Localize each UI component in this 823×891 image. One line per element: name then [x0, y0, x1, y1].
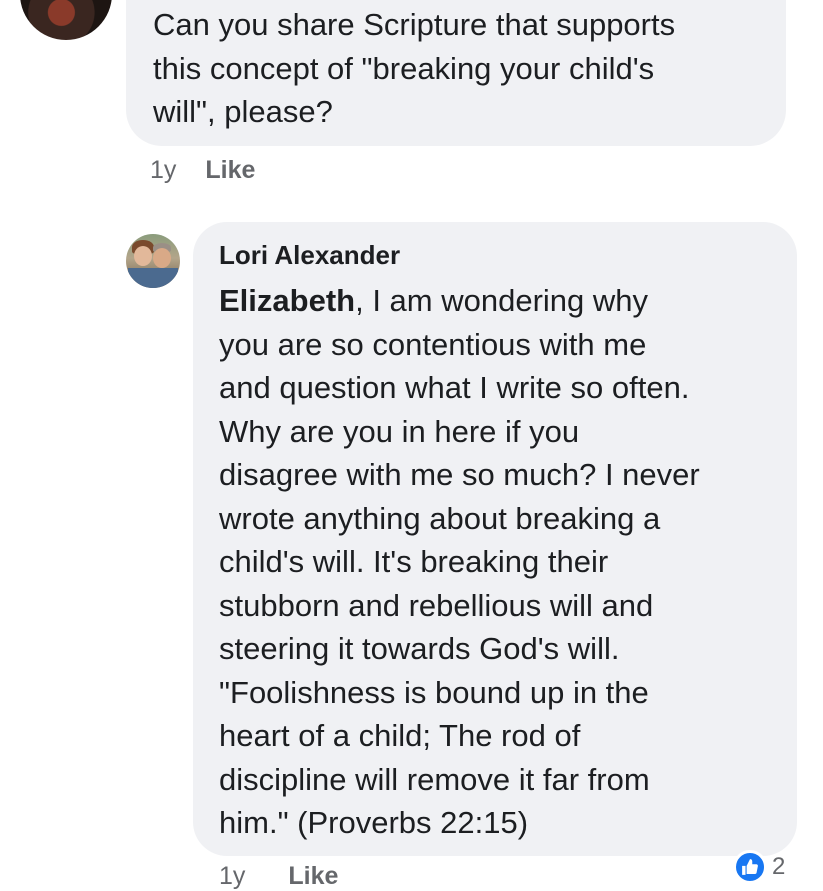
reply-body: , I am wondering why you are so contenti…	[219, 283, 700, 840]
commenter-avatar[interactable]	[20, 0, 112, 40]
reply-timestamp[interactable]: 1y	[219, 862, 245, 890]
like-button[interactable]: Like	[205, 156, 255, 184]
like-thumb-icon	[733, 850, 767, 884]
comment-timestamp[interactable]: 1y	[150, 156, 176, 184]
reply-like-button[interactable]: Like	[288, 862, 338, 890]
reaction-count: 2	[772, 853, 786, 880]
reaction-summary[interactable]: 2	[733, 850, 785, 884]
author-name[interactable]: Lori Alexander	[219, 240, 400, 271]
mention-tag[interactable]: Elizabeth	[219, 283, 355, 318]
author-avatar[interactable]	[126, 234, 180, 288]
reply-text: Elizabeth, I am wondering why you are so…	[219, 279, 779, 845]
comment-actions: 1y Like	[150, 156, 255, 185]
reply-actions: 1y Like	[219, 862, 338, 891]
comment-text: Can you share Scripture that supports th…	[153, 7, 676, 129]
